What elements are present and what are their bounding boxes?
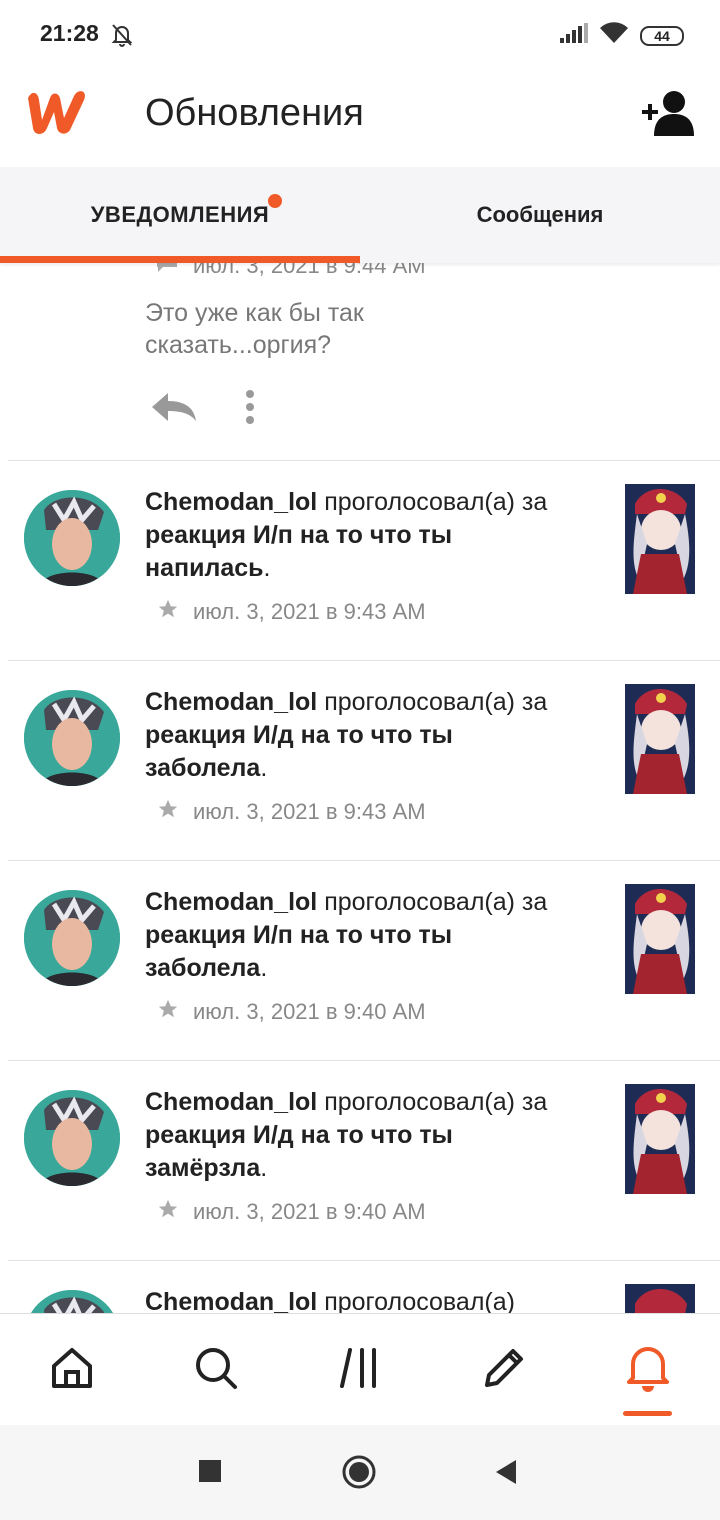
user-avatar[interactable] [24, 690, 120, 786]
library-icon [338, 1346, 382, 1395]
wattpad-logo[interactable] [24, 86, 90, 141]
notification-story[interactable]: реакция И/п на то что ты заболела [145, 921, 452, 982]
story-cover[interactable] [625, 884, 695, 994]
notification-user[interactable]: Chemodan_lol [145, 888, 317, 916]
user-avatar[interactable] [24, 490, 120, 586]
notification-story[interactable]: реакция И/п на то что ты напилась [145, 521, 452, 582]
tab-messages-label: Сообщения [476, 202, 604, 227]
comment-item[interactable]: июл. 3, 2021 в 9:44 AM Это уже как бы та… [0, 263, 720, 460]
notification-time: июл. 3, 2021 в 9:40 AM [193, 1199, 426, 1224]
notification-story[interactable]: реакция И/д на то что ты заболела [145, 721, 453, 782]
unread-dot [268, 194, 282, 208]
reply-button[interactable] [150, 391, 198, 428]
story-cover[interactable] [625, 1084, 695, 1194]
notification-meta: июл. 3, 2021 в 9:40 AM [157, 998, 426, 1026]
bell-icon [625, 1344, 671, 1397]
notification-item[interactable]: Chemodan_lol проголосовал(а) за реакция … [0, 860, 720, 1060]
notification-meta: июл. 3, 2021 в 9:40 AM [157, 1198, 426, 1226]
notification-text: Chemodan_lol проголосовал(а) за реакция … [145, 888, 548, 982]
notification-action: проголосовал(а) за [324, 688, 548, 716]
notification-action: проголосовал(а) [324, 1288, 515, 1313]
home-system-button[interactable] [341, 1454, 377, 1495]
comment-meta: июл. 3, 2021 в 9:44 AM [155, 263, 426, 279]
nav-write[interactable] [432, 1314, 576, 1426]
star-icon [157, 998, 179, 1026]
comment-time: июл. 3, 2021 в 9:44 AM [193, 263, 426, 278]
active-nav-indicator [623, 1411, 672, 1416]
nav-notifications[interactable] [576, 1314, 720, 1426]
star-icon [157, 598, 179, 626]
notification-time: июл. 3, 2021 в 9:40 AM [193, 999, 426, 1024]
star-icon [157, 798, 179, 826]
notifications-list[interactable]: июл. 3, 2021 в 9:44 AM Это уже как бы та… [0, 263, 720, 1313]
user-avatar[interactable] [24, 1090, 120, 1186]
back-button[interactable] [494, 1459, 518, 1490]
notification-text: Chemodan_lol проголосовал(а) за реакция … [145, 1088, 548, 1182]
star-icon [157, 1198, 179, 1226]
notification-text: Chemodan_lol проголосовал(а) [145, 1286, 565, 1313]
notification-user[interactable]: Chemodan_lol [145, 488, 317, 516]
notification-user[interactable]: Chemodan_lol [145, 1288, 317, 1313]
search-icon [194, 1346, 238, 1395]
status-icons: 44 [560, 22, 684, 49]
comment-icon [155, 263, 179, 279]
battery-indicator: 44 [640, 25, 684, 46]
notification-story[interactable]: реакция И/д на то что ты замёрзла [145, 1121, 453, 1182]
more-options-button[interactable] [240, 389, 260, 430]
status-bar: 21:28 44 [0, 0, 720, 70]
notification-time: июл. 3, 2021 в 9:43 AM [193, 599, 426, 624]
story-cover[interactable] [625, 1284, 695, 1313]
story-cover[interactable] [625, 684, 695, 794]
notification-text: Chemodan_lol проголосовал(а) за реакция … [145, 488, 548, 582]
notification-item[interactable]: Chemodan_lol проголосовал(а) [0, 1260, 720, 1313]
recents-button[interactable] [198, 1459, 222, 1488]
notification-text: Chemodan_lol проголосовал(а) за реакция … [145, 688, 548, 782]
notification-item[interactable]: Chemodan_lol проголосовал(а) за реакция … [0, 1060, 720, 1260]
notification-item[interactable]: Chemodan_lol проголосовал(а) за реакция … [0, 460, 720, 660]
nav-home[interactable] [0, 1314, 144, 1426]
wifi-icon [600, 22, 628, 49]
comment-text: Это уже как бы так сказать...оргия? [145, 299, 364, 359]
pencil-icon [481, 1345, 527, 1396]
tab-bar: УВЕДОМЛЕНИЯ Сообщения [0, 167, 720, 263]
signal-icon [560, 23, 588, 48]
app-header: Обновления [0, 70, 720, 167]
add-user-button[interactable] [640, 90, 696, 141]
notification-time: июл. 3, 2021 в 9:43 AM [193, 799, 426, 824]
tab-messages[interactable]: Сообщения [360, 167, 720, 263]
notification-action: проголосовал(а) за [324, 1088, 548, 1116]
bell-muted-icon [110, 22, 134, 53]
user-avatar[interactable] [24, 1290, 120, 1313]
notification-item[interactable]: Chemodan_lol проголосовал(а) за реакция … [0, 660, 720, 860]
tab-notifications[interactable]: УВЕДОМЛЕНИЯ [0, 167, 360, 263]
nav-search[interactable] [144, 1314, 288, 1426]
system-navigation [0, 1425, 720, 1520]
user-avatar[interactable] [24, 890, 120, 986]
page-title: Обновления [145, 92, 364, 134]
notification-meta: июл. 3, 2021 в 9:43 AM [157, 798, 426, 826]
notification-meta: июл. 3, 2021 в 9:43 AM [157, 598, 426, 626]
story-cover[interactable] [625, 484, 695, 594]
notification-action: проголосовал(а) за [324, 888, 548, 916]
active-tab-indicator [0, 256, 360, 263]
notification-user[interactable]: Chemodan_lol [145, 1088, 317, 1116]
notification-user[interactable]: Chemodan_lol [145, 688, 317, 716]
notification-action: проголосовал(а) за [324, 488, 548, 516]
bottom-navigation [0, 1313, 720, 1426]
tab-notifications-label: УВЕДОМЛЕНИЯ [90, 202, 270, 227]
home-icon [50, 1346, 94, 1395]
nav-library[interactable] [288, 1314, 432, 1426]
status-time: 21:28 [40, 20, 99, 46]
